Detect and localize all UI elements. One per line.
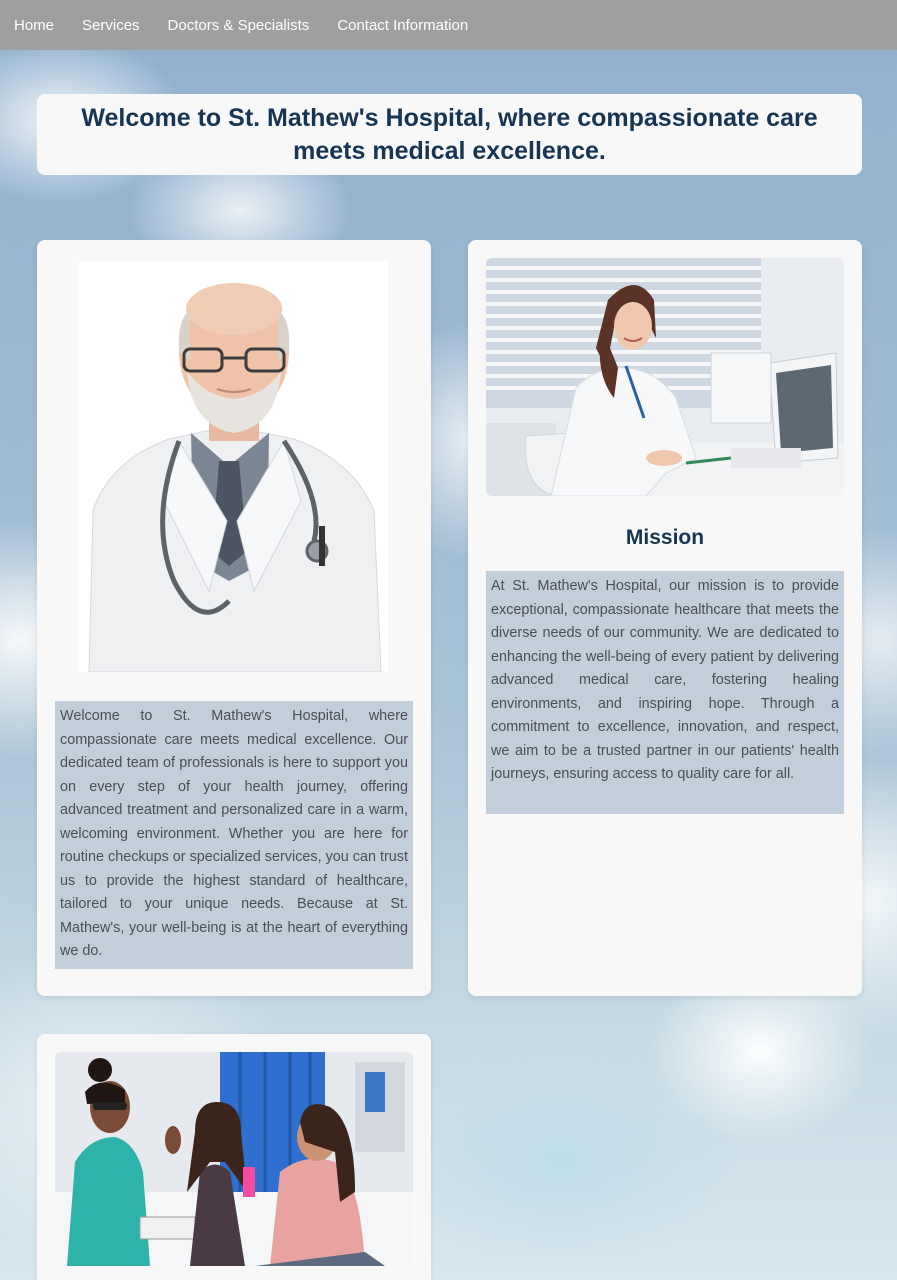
nav-services-link[interactable]: Services	[82, 17, 140, 34]
nurse-with-patient-photo	[55, 1052, 413, 1266]
about-text: Welcome to St. Mathew's Hospital, where …	[55, 701, 413, 969]
female-doctor-desk-photo	[486, 258, 844, 496]
top-navbar: Home Services Doctors & Specialists Cont…	[0, 0, 897, 50]
about-card: Welcome to St. Mathew's Hospital, where …	[37, 240, 431, 996]
mission-heading: Mission	[625, 526, 705, 549]
mission-text: At St. Mathew's Hospital, our mission is…	[486, 571, 844, 814]
page-title: Welcome to St. Mathew's Hospital, where …	[81, 103, 818, 165]
nav-contact-link[interactable]: Contact Information	[337, 17, 468, 34]
care-card	[37, 1034, 431, 1280]
senior-doctor-photo	[79, 261, 388, 672]
nav-home-link[interactable]: Home	[14, 17, 54, 34]
nav-doctors-link[interactable]: Doctors & Specialists	[168, 17, 310, 34]
mission-card: Mission At St. Mathew's Hospital, our mi…	[468, 240, 862, 996]
welcome-banner: Welcome to St. Mathew's Hospital, where …	[37, 94, 862, 175]
